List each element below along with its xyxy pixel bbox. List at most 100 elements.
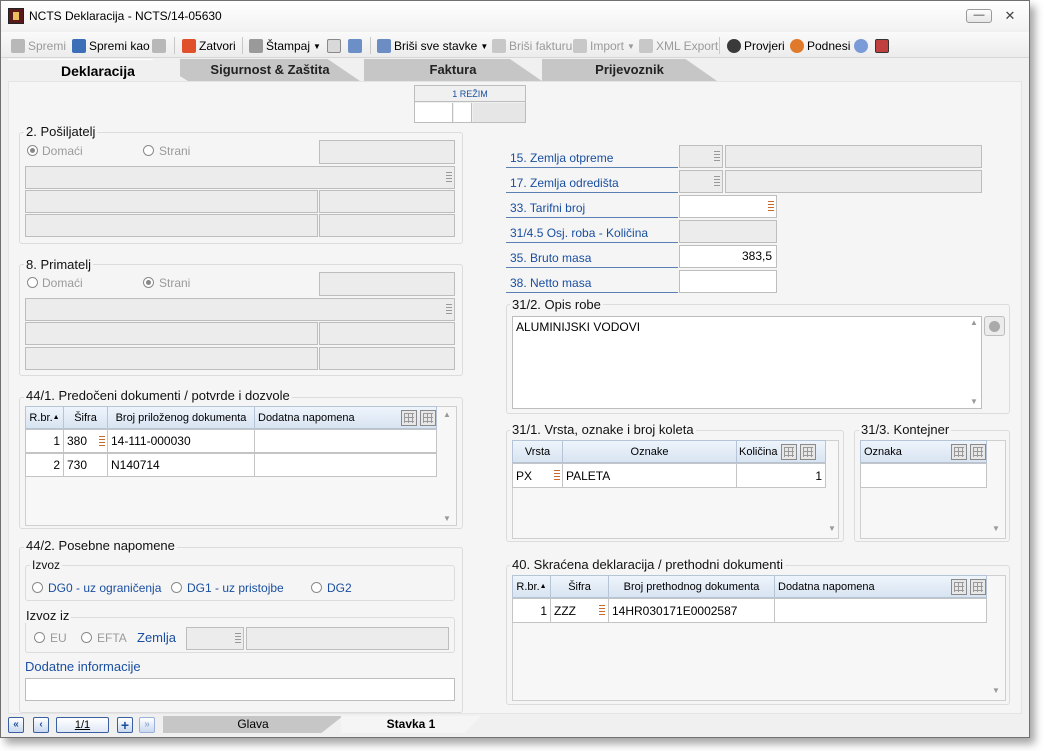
primatelj-postcode-field[interactable] — [319, 322, 455, 345]
posiljatelj-address-field[interactable] — [25, 190, 318, 213]
delete-invoice-button[interactable]: Briši fakturu — [492, 37, 572, 55]
close-document-button[interactable]: Zatvori — [182, 37, 236, 55]
table-row[interactable]: 2 730 N140714 — [25, 453, 437, 477]
col-oznaka[interactable]: Oznaka — [861, 441, 986, 462]
zemlja-odredista-name[interactable] — [725, 170, 982, 193]
delete-row-icon[interactable] — [970, 443, 986, 460]
disk-button[interactable] — [152, 37, 166, 55]
zemlja-odredista-code[interactable] — [679, 170, 723, 193]
tab-faktura[interactable]: Faktura — [364, 59, 542, 81]
rezim-field-1[interactable] — [415, 103, 453, 122]
scroll-down-icon[interactable]: ▼ — [992, 686, 1000, 695]
scroll-down-icon[interactable]: ▼ — [992, 524, 1000, 533]
posiljatelj-city-field[interactable] — [25, 214, 318, 237]
col-sifra[interactable]: Šifra — [551, 576, 609, 597]
posiljatelj-country-field[interactable] — [319, 214, 455, 237]
document-button[interactable] — [348, 37, 362, 55]
table-row[interactable]: 1 380 14-111-000030 — [25, 429, 437, 453]
save-as-button[interactable]: Spremi kao — [72, 37, 150, 55]
osj-roba-field[interactable] — [679, 220, 777, 243]
rezim-field-3[interactable] — [473, 103, 525, 122]
zemlja-otpreme-name[interactable] — [725, 145, 982, 168]
zemlja-otpreme-code[interactable] — [679, 145, 723, 168]
import-button[interactable]: Import ▼ — [573, 37, 635, 55]
info-button[interactable] — [854, 37, 868, 55]
row-sifra[interactable]: ZZZ — [551, 599, 609, 622]
tab-sigurnost[interactable]: Sigurnost & Zaštita — [180, 59, 360, 81]
previous-item-icon[interactable]: ‹ — [33, 717, 49, 733]
row-broj[interactable]: N140714 — [108, 454, 255, 476]
row-sifra[interactable]: 730 — [64, 454, 108, 476]
primatelj-city-field[interactable] — [25, 347, 318, 370]
add-row-icon[interactable] — [951, 443, 967, 460]
row-napomena[interactable] — [255, 430, 436, 452]
preview-button[interactable] — [327, 37, 341, 55]
table-row[interactable]: PX PALETA 1 — [512, 463, 826, 488]
user-button[interactable] — [875, 37, 889, 55]
opis-robe-textarea[interactable]: ALUMINIJSKI VODOVI — [512, 316, 982, 409]
primatelj-strani-radio[interactable] — [143, 277, 154, 288]
col-broj[interactable]: Broj prethodnog dokumenta — [609, 576, 775, 597]
col-broj[interactable]: Broj priloženog dokumenta — [108, 407, 255, 428]
dodatne-informacije-field[interactable] — [25, 678, 455, 701]
row-broj[interactable]: 14HR030171E0002587 — [609, 599, 775, 622]
primatelj-country-field[interactable] — [319, 347, 455, 370]
row-kolicina[interactable]: 1 — [737, 464, 825, 487]
add-row-icon[interactable] — [401, 409, 417, 426]
table-row[interactable]: 1 ZZZ 14HR030171E0002587 — [512, 598, 987, 623]
xml-export-button[interactable]: XML Export — [639, 37, 718, 55]
efta-radio[interactable] — [81, 632, 92, 643]
primatelj-code-field[interactable] — [319, 272, 455, 296]
save-button[interactable]: Spremi — [11, 37, 66, 55]
row-vrsta[interactable]: PX — [513, 464, 563, 487]
scroll-down-icon[interactable]: ▼ — [970, 397, 978, 406]
izvoz-zemlja-code[interactable] — [186, 627, 244, 650]
posiljatelj-postcode-field[interactable] — [319, 190, 455, 213]
col-sifra[interactable]: Šifra — [64, 407, 108, 428]
scroll-up-icon[interactable]: ▲ — [443, 410, 451, 419]
primatelj-address-field[interactable] — [25, 322, 318, 345]
rezim-field-2[interactable] — [454, 103, 472, 122]
scroll-up-icon[interactable]: ▲ — [970, 318, 978, 327]
posiljatelj-code-field[interactable] — [319, 140, 455, 164]
col-vrsta[interactable]: Vrsta — [513, 441, 563, 462]
row-sifra[interactable]: 380 — [64, 430, 108, 452]
netto-masa-field[interactable] — [679, 270, 777, 293]
izvoz-zemlja-name[interactable] — [246, 627, 449, 650]
last-item-icon[interactable]: » — [139, 717, 155, 733]
col-rbr[interactable]: R.br. ▲ — [513, 576, 551, 597]
posiljatelj-domaci-radio[interactable] — [27, 145, 38, 156]
bruto-masa-field[interactable]: 383,5 — [679, 245, 777, 268]
dg1-radio[interactable] — [171, 582, 182, 593]
check-button[interactable]: Provjeri — [727, 37, 785, 55]
col-oznake[interactable]: Oznake — [563, 441, 737, 462]
col-napomena[interactable]: Dodatna napomena — [255, 407, 436, 428]
attach-button[interactable] — [984, 316, 1005, 336]
col-rbr[interactable]: R.br. ▲ — [26, 407, 64, 428]
delete-row-icon[interactable] — [970, 578, 986, 595]
close-icon[interactable]: ✕ — [1001, 8, 1019, 24]
row-oznake[interactable]: PALETA — [563, 464, 737, 487]
scroll-down-icon[interactable]: ▼ — [443, 514, 451, 523]
delete-row-icon[interactable] — [420, 409, 436, 426]
col-kolicina[interactable]: Količina — [737, 441, 825, 462]
item-pager[interactable]: 1/1 — [56, 717, 109, 733]
dg2-radio[interactable] — [311, 582, 322, 593]
tab-deklaracija[interactable]: Deklaracija — [8, 59, 188, 81]
scroll-down-icon[interactable]: ▼ — [828, 524, 836, 533]
table-row[interactable] — [860, 463, 987, 488]
tab-glava[interactable]: Glava — [163, 716, 343, 733]
add-row-icon[interactable] — [780, 443, 797, 460]
submit-button[interactable]: Podnesi — [790, 37, 850, 55]
row-napomena[interactable] — [255, 454, 436, 476]
tab-prijevoznik[interactable]: Prijevoznik — [542, 59, 717, 81]
primatelj-name-field[interactable] — [25, 298, 455, 321]
row-napomena[interactable] — [775, 599, 986, 622]
dg0-radio[interactable] — [32, 582, 43, 593]
row-broj[interactable]: 14-111-000030 — [108, 430, 255, 452]
add-item-icon[interactable]: + — [117, 717, 133, 733]
delete-row-icon[interactable] — [799, 443, 816, 460]
add-row-icon[interactable] — [951, 578, 967, 595]
tarifni-broj-field[interactable] — [679, 195, 777, 218]
primatelj-domaci-radio[interactable] — [27, 277, 38, 288]
